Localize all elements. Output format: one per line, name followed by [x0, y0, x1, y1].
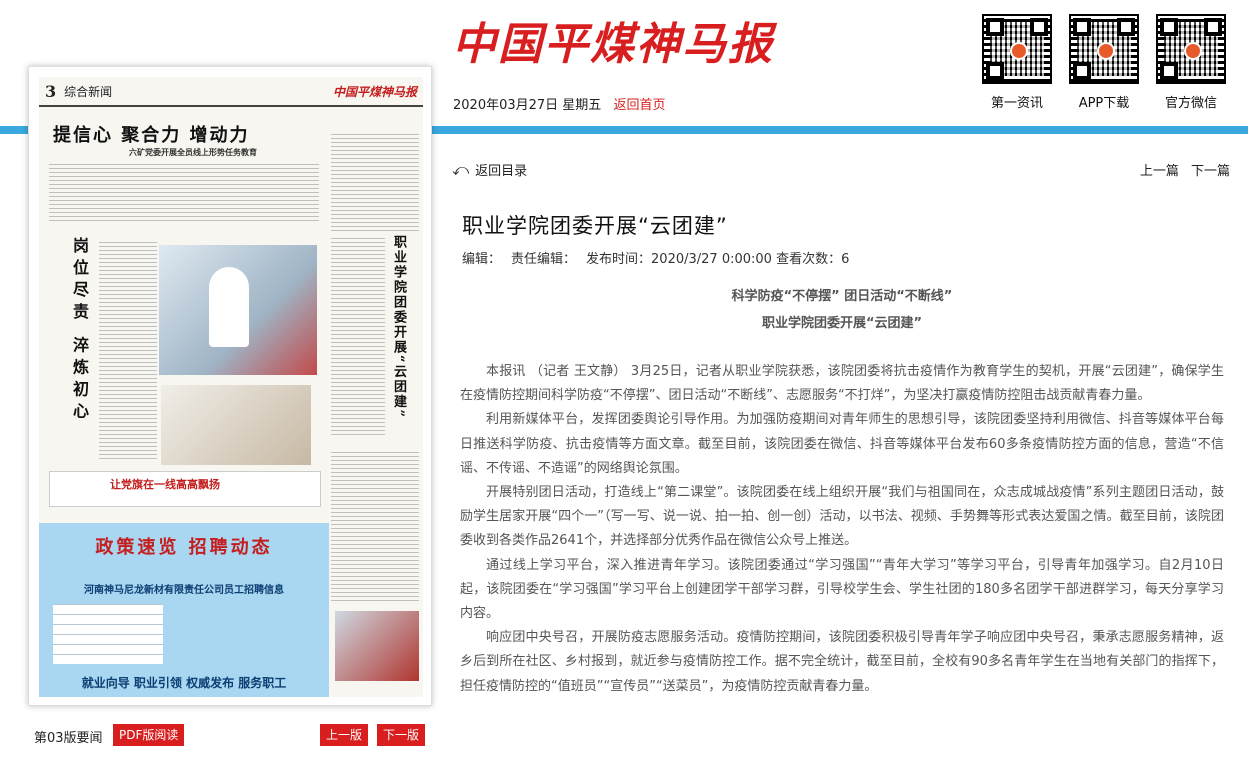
next-page-button[interactable]: 下一版 — [377, 724, 426, 746]
back-to-contents[interactable]: ⤺ 返回目录 — [452, 160, 527, 180]
text-block — [99, 239, 157, 459]
vertical-title-1[interactable]: 岗位尽责 淬炼初心 — [67, 237, 91, 467]
ad-title: 政策速览 招聘动态 — [95, 537, 273, 558]
ad-company: 河南神马尼龙新材有限责任公司员工招聘信息 — [84, 585, 284, 596]
page-masthead: 中国平煤神马报 — [332, 84, 417, 99]
page-number: 3 — [45, 81, 57, 101]
back-arrow-icon: ⤺ — [452, 160, 470, 179]
qr-app-download[interactable]: APP下载 — [1067, 14, 1141, 111]
qr-code-icon — [1069, 14, 1139, 84]
qr-label: 官方微信 — [1164, 96, 1217, 111]
qr-code-icon — [1156, 14, 1226, 84]
next-article-link[interactable]: 下一篇 — [1191, 164, 1230, 179]
prev-article-link[interactable]: 上一篇 — [1140, 164, 1179, 179]
text-block — [331, 235, 385, 435]
article-subhead: 职业学院团委开展“云团建” — [761, 316, 923, 331]
article-pager: 上一篇 下一篇 — [1132, 160, 1230, 179]
article-body: 本报讯 （记者 王文静） 3月25日，记者从职业学院获悉，该院团委将抗击疫情作为… — [460, 360, 1224, 699]
page-header: 3 综合新闻 中国平煤神马报 — [39, 77, 423, 107]
vertical-title-2[interactable]: 职业学院团委开展“云团建” — [389, 235, 408, 435]
qr-official-wechat[interactable]: 官方微信 — [1154, 14, 1228, 111]
page-banner: 让党旗在一线高高飘扬 — [49, 471, 321, 507]
article-paragraph: 开展特别团日活动，打造线上“第二课堂”。该院团委在线上组织开展“我们与祖国同在，… — [460, 485, 1224, 549]
page-label: 第03版要闻 — [34, 731, 103, 746]
qr-code-icon — [982, 14, 1052, 84]
article-subhead: 科学防疫“不停摆” 团日活动“不断线” — [731, 289, 953, 304]
ad-table — [53, 604, 163, 664]
article-panel: ⤺ 返回目录 上一篇 下一篇 职业学院团委开展“云团建” 编辑： 责任编辑： 发布时间… — [452, 150, 1232, 694]
article-meta: 编辑： 责任编辑： 发布时间：2020/3/27 0:00:00 查看次数：6 — [462, 248, 849, 267]
qr-first-news[interactable]: 第一资讯 — [980, 14, 1054, 111]
newspaper-page-preview[interactable]: 3 综合新闻 中国平煤神马报 提信心 聚合力 增动力 六矿党委开展全员线上形势任… — [28, 66, 432, 706]
nurse-photo — [159, 245, 317, 375]
article-title: 职业学院团委开展“云团建” — [462, 214, 728, 238]
article-paragraph: 本报讯 （记者 王文静） 3月25日，记者从职业学院获悉，该院团委将抗击疫情作为… — [460, 364, 1224, 404]
pdf-read-button[interactable]: PDF版阅读 — [113, 724, 185, 746]
home-link[interactable]: 返回首页 — [613, 98, 665, 113]
page-headline[interactable]: 提信心 聚合力 增动力 — [53, 121, 250, 147]
newspaper-page-image[interactable]: 3 综合新闻 中国平煤神马报 提信心 聚合力 增动力 六矿党委开展全员线上形势任… — [39, 77, 423, 697]
meta-publish-time: 发布时间：2020/3/27 0:00:00 — [586, 252, 772, 267]
article-paragraph: 响应团中央号召，开展防疫志愿服务活动。疫情防控期间，该院团委积极引导青年学子响应… — [460, 630, 1224, 694]
text-block — [49, 161, 319, 221]
qr-label: APP下载 — [1078, 96, 1130, 111]
article-paragraph: 利用新媒体平台，发挥团委舆论引导作用。为加强防疫期间对青年师生的思想引导，该院团… — [460, 412, 1224, 476]
page-section: 综合新闻 — [64, 84, 113, 99]
article-nav: ⤺ 返回目录 上一篇 下一篇 — [452, 150, 1232, 186]
recruitment-ad[interactable]: 政策速览 招聘动态 河南神马尼龙新材有限责任公司员工招聘信息 就业向导 职业引领… — [39, 523, 329, 697]
flag-photo — [335, 611, 419, 681]
meta-duty-editor: 责任编辑： — [511, 252, 577, 267]
worker-photo — [161, 385, 311, 465]
site-logo[interactable]: 中国平煤神马报 — [452, 8, 774, 72]
page-footer-bar: 第03版要闻 PDF版阅读 上一版 下一版 — [34, 724, 426, 746]
qr-label: 第一资讯 — [990, 96, 1043, 111]
article-paragraph: 通过线上学习平台，深入推进青年学习。该院团委通过“学习强国”“青年大学习”等学习… — [460, 557, 1224, 622]
meta-editor: 编辑： — [462, 252, 502, 267]
prev-page-button[interactable]: 上一版 — [320, 724, 369, 746]
meta-views: 查看次数：6 — [776, 252, 850, 267]
back-label: 返回目录 — [475, 164, 528, 179]
text-block — [331, 131, 419, 231]
page-subheadline: 六矿党委开展全员线上形势任务教育 — [129, 147, 257, 157]
text-block — [331, 451, 419, 601]
current-date: 2020年03月27日 星期五 — [453, 98, 602, 113]
ad-slogan: 就业向导 职业引领 权威发布 服务职工 — [81, 676, 287, 690]
dateline: 2020年03月27日 星期五 返回首页 — [453, 94, 665, 113]
